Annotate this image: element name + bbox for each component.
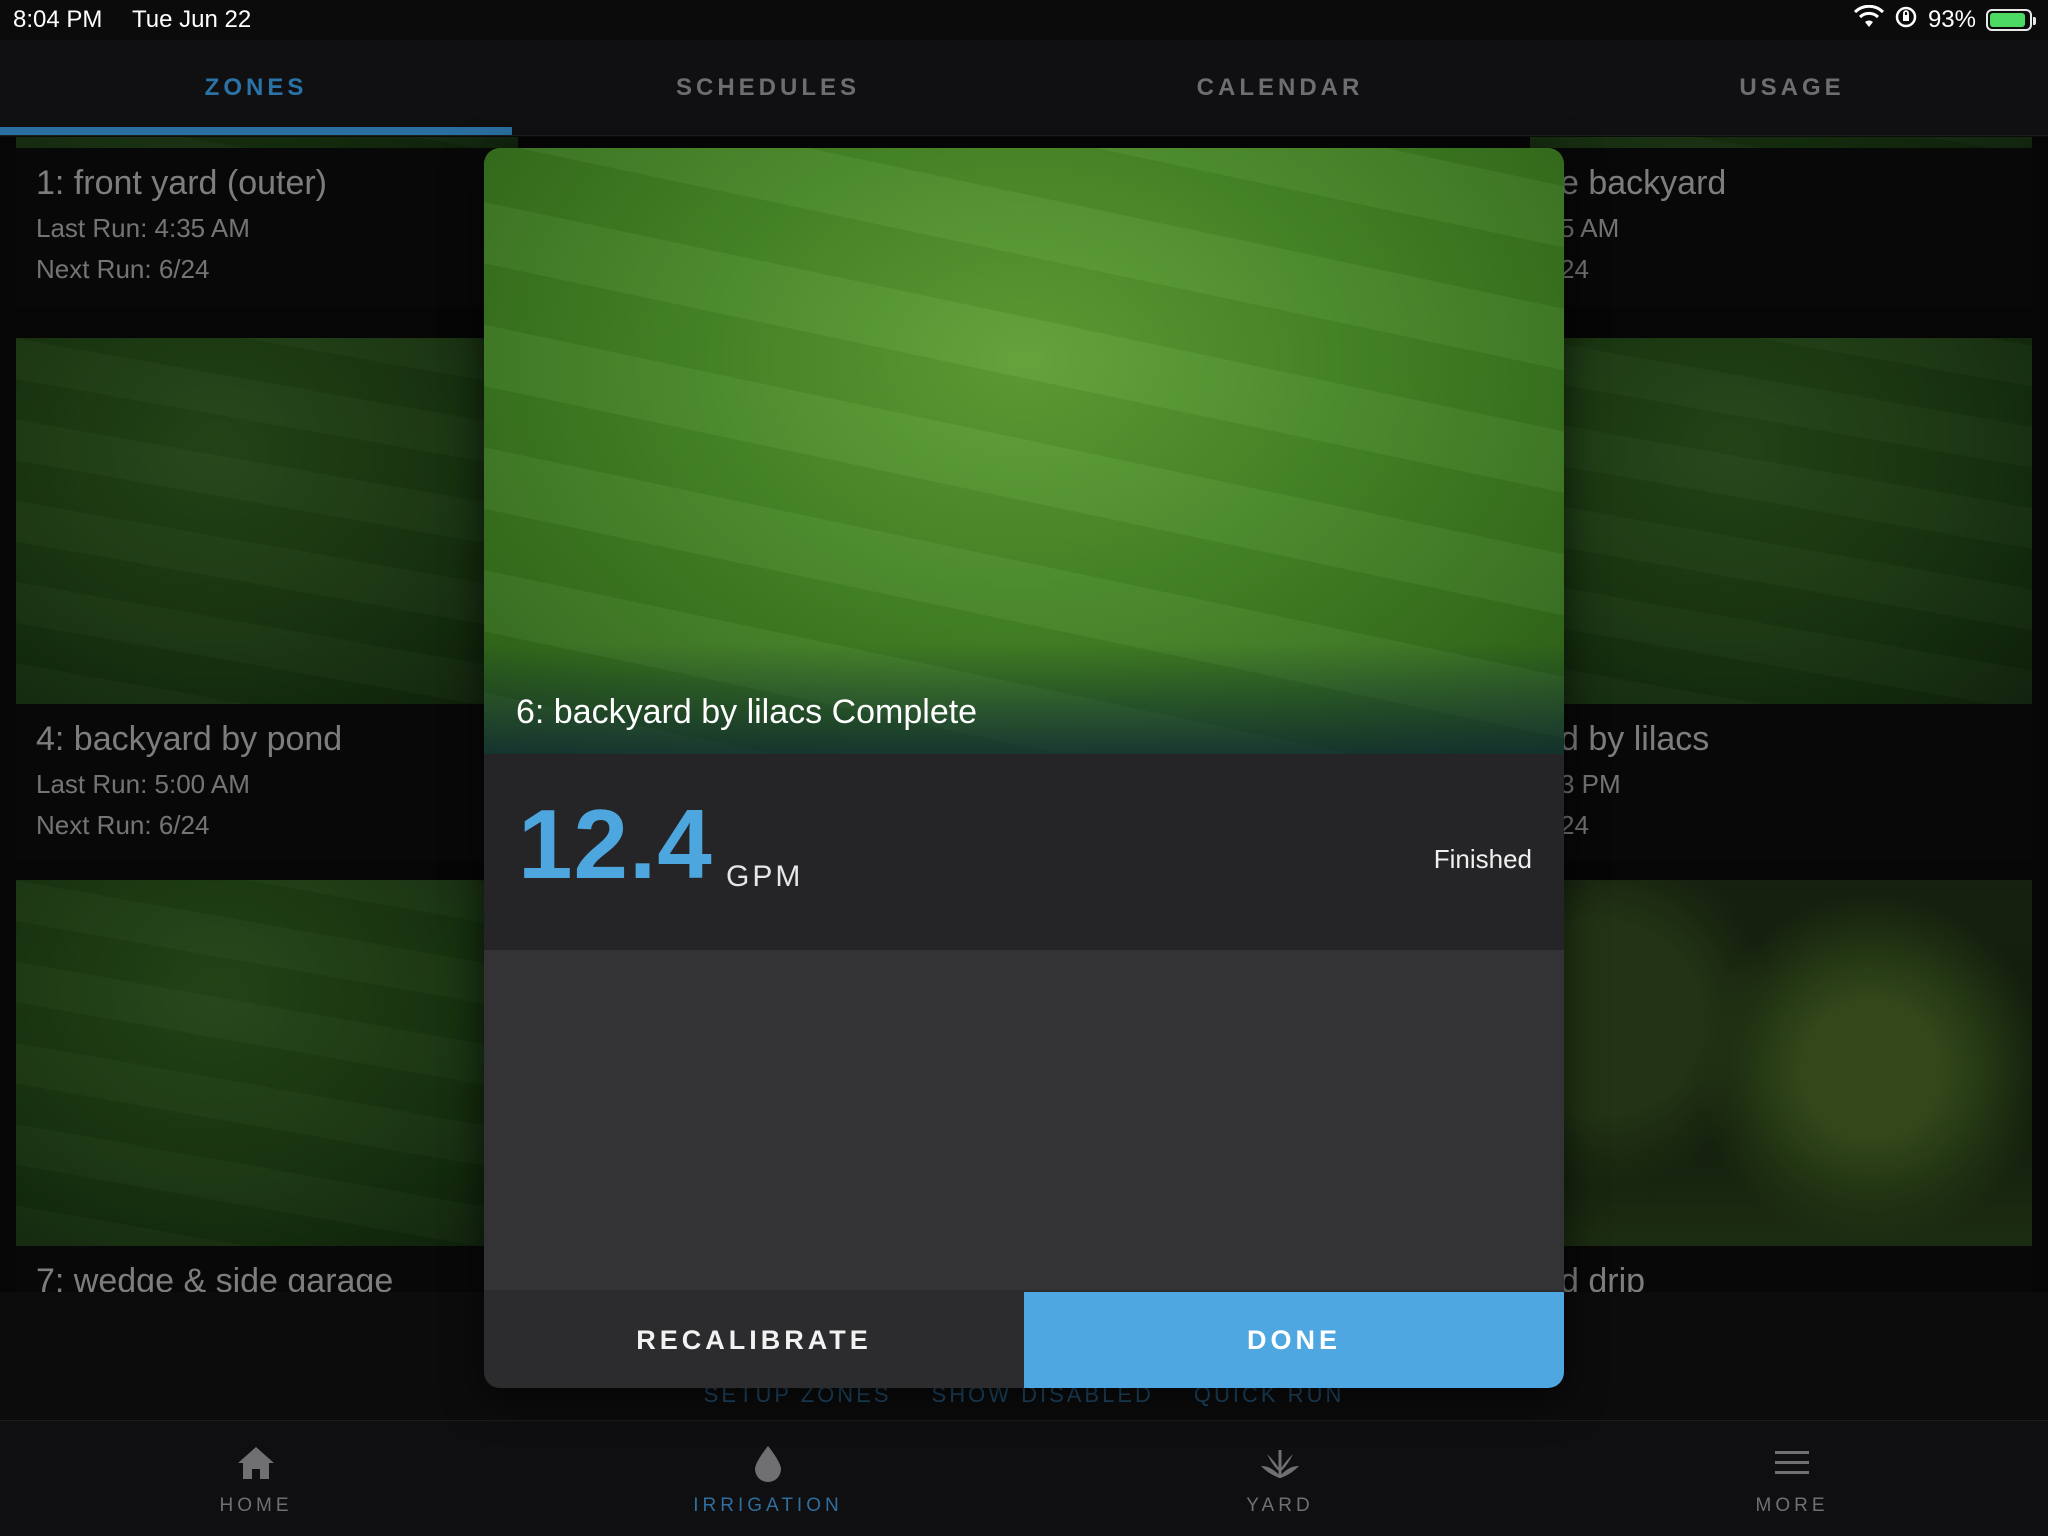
- tab-more-label: MORE: [1755, 1494, 1829, 1516]
- tab-schedules[interactable]: SCHEDULES: [512, 40, 1024, 135]
- bottom-tab-bar: HOME IRRIGATION YARD MORE: [0, 1420, 2048, 1536]
- tab-home[interactable]: HOME: [0, 1421, 512, 1536]
- plant-icon: [1258, 1441, 1302, 1485]
- tab-irrigation[interactable]: IRRIGATION: [512, 1421, 1024, 1536]
- water-drop-icon: [746, 1441, 790, 1485]
- tab-calendar[interactable]: CALENDAR: [1024, 40, 1536, 135]
- battery-percent: 93%: [1927, 6, 1976, 33]
- status-bar: 8:04 PM Tue Jun 22 93%: [0, 0, 2048, 40]
- status-indicators: 93%: [1853, 4, 2036, 36]
- modal-title: 6: backyard by lilacs Complete: [516, 693, 978, 731]
- tab-home-label: HOME: [219, 1494, 293, 1516]
- tab-zones[interactable]: ZONES: [0, 40, 512, 135]
- done-button[interactable]: DONE: [1024, 1292, 1564, 1388]
- tab-more[interactable]: MORE: [1536, 1421, 2048, 1536]
- flow-panel: 12.4 GPM Finished: [484, 754, 1564, 950]
- zone-photo: [484, 148, 1564, 754]
- tab-yard-label: YARD: [1246, 1494, 1314, 1516]
- recalibrate-button[interactable]: RECALIBRATE: [484, 1292, 1024, 1388]
- flow-value: 12.4: [518, 789, 713, 899]
- zone-complete-modal: 6: backyard by lilacs Complete 12.4 GPM …: [484, 148, 1564, 1388]
- wifi-icon: [1853, 4, 1885, 36]
- tab-usage[interactable]: USAGE: [1536, 40, 2048, 135]
- orientation-lock-icon: [1894, 5, 1918, 36]
- tab-yard[interactable]: YARD: [1024, 1421, 1536, 1536]
- tab-irrigation-label: IRRIGATION: [693, 1494, 843, 1516]
- run-status: Finished: [1433, 844, 1532, 874]
- status-time: 8:04 PM: [13, 6, 103, 33]
- flow-unit: GPM: [726, 860, 804, 893]
- modal-actions: RECALIBRATE DONE: [484, 1292, 1564, 1388]
- battery-icon: [1986, 9, 2036, 31]
- menu-icon: [1770, 1441, 1814, 1485]
- home-icon: [234, 1441, 278, 1485]
- top-tab-bar: ZONES SCHEDULES CALENDAR USAGE: [0, 40, 2048, 136]
- modal-body: [484, 950, 1564, 1290]
- status-date: Tue Jun 22: [132, 6, 252, 33]
